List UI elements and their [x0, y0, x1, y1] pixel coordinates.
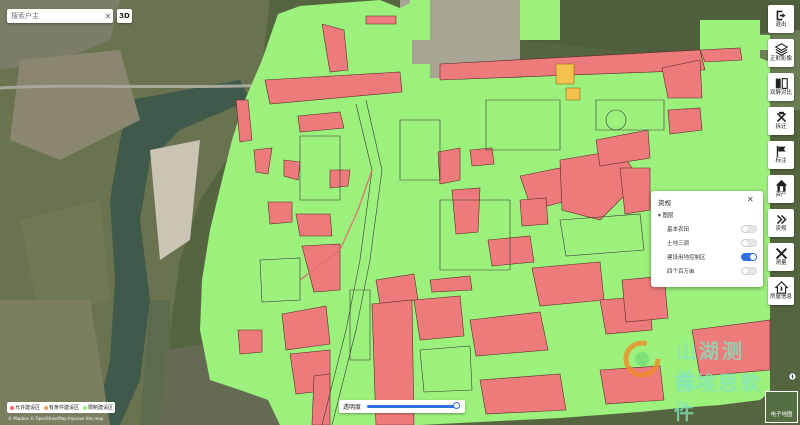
zoning-button[interactable]: 资规 — [768, 209, 794, 237]
split-screen-icon — [775, 78, 788, 89]
map-switch-button[interactable]: 电子地图 — [765, 391, 798, 423]
logout-icon — [776, 10, 786, 21]
demolition-button[interactable]: 拆迁 — [768, 107, 794, 135]
close-icon[interactable]: ✕ — [103, 12, 113, 21]
opacity-slider-thumb[interactable] — [453, 402, 460, 409]
company-logo-icon — [623, 340, 661, 378]
map-attribution[interactable]: © Mapbox © OpenStreetMap Improve this ma… — [8, 416, 103, 421]
split-screen-button[interactable]: 双屏对比 — [768, 73, 794, 101]
view-3d-button[interactable]: 3D — [117, 9, 132, 23]
legend-item: 允许建设区 — [10, 404, 40, 411]
watermark-line2: 吉埃思软件 — [674, 371, 762, 424]
panel-title: 资规 — [658, 199, 671, 207]
layer-row-four-million-mu: 四个百万亩 — [667, 266, 757, 276]
layer-row-land-survey: 土地三调 — [667, 238, 757, 248]
search-input[interactable] — [7, 12, 103, 20]
house-info-button[interactable]: 房屋信息 — [768, 277, 794, 305]
house-icon — [775, 179, 787, 192]
legend-item: 限制建设区 — [83, 404, 113, 411]
ruler-cross-icon — [775, 247, 787, 260]
watermark: 山湖测绘 吉埃思软件 — [612, 333, 762, 424]
close-icon[interactable]: ✕ — [747, 195, 754, 204]
demolition-icon — [776, 111, 786, 123]
layer-row-construction-control: 建设用地控制区 — [667, 252, 757, 262]
layer-panel: 资规 ✕ ▾ 图层 基本农田 土地三调 建设用地控制区 四个百万亩 — [651, 191, 763, 287]
assets-button[interactable]: 资产 — [768, 175, 794, 203]
legend: 允许建设区 有条件建设区 限制建设区 — [7, 402, 115, 413]
compass-icon[interactable] — [788, 372, 797, 381]
mark-button[interactable]: 标注 — [768, 141, 794, 169]
legend-dot — [10, 405, 14, 410]
right-toolbar: 退出 正射影像 双屏对比 拆迁 标注 资产 资规 测量 房屋信息 — [768, 5, 796, 311]
layer-group-header[interactable]: ▾ 图层 — [658, 211, 674, 219]
opacity-label: 透明度 — [343, 404, 362, 411]
layer-toggle-basic-farmland[interactable] — [741, 225, 757, 233]
flag-icon — [776, 145, 786, 158]
opacity-control: 透明度 — [339, 400, 465, 413]
layer-toggle-land-survey[interactable] — [741, 239, 757, 247]
layer-toggle-construction-control[interactable] — [741, 253, 757, 261]
chevrons-right-icon — [776, 214, 787, 225]
house-info-icon — [774, 281, 788, 294]
search-box[interactable]: ✕ — [7, 9, 113, 23]
layer-row-basic-farmland: 基本农田 — [667, 224, 757, 234]
ortho-imagery-button[interactable]: 正射影像 — [768, 39, 794, 67]
opacity-slider[interactable] — [367, 402, 460, 409]
layer-toggle-four-million-mu[interactable] — [741, 267, 757, 275]
exit-button[interactable]: 退出 — [768, 5, 794, 33]
legend-dot — [83, 405, 88, 410]
legend-dot — [44, 405, 49, 410]
legend-item: 有条件建设区 — [44, 404, 79, 411]
measure-button[interactable]: 测量 — [768, 243, 794, 271]
layers-icon — [774, 43, 788, 56]
